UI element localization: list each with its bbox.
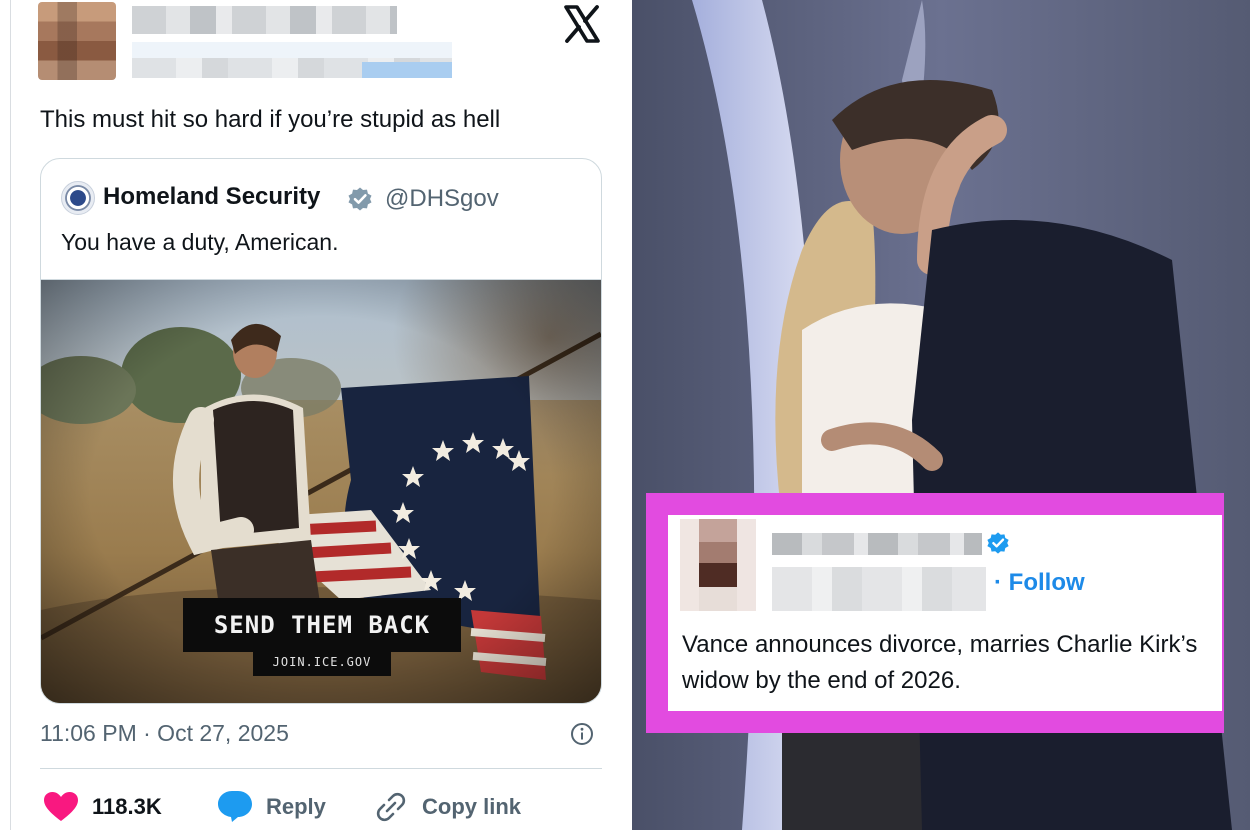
quoted-tweet[interactable]: Homeland Security @DHSgov You have a dut… [40, 158, 602, 704]
blurred-author-handle[interactable] [132, 42, 452, 78]
dhs-seal-avatar[interactable] [61, 181, 95, 215]
quoted-media-image[interactable]: SEND THEM BACK JOIN.ICE.GOV [41, 279, 601, 703]
blurred-overlay-handle[interactable] [772, 567, 986, 611]
highlight-frame: · Follow Vance announces divorce, marrie… [646, 493, 1224, 733]
like-button[interactable]: 118.3K [44, 790, 162, 824]
verified-badge-icon [987, 532, 1009, 554]
overlay-tweet-text: Vance announces divorce, marries Charlie… [682, 631, 1198, 694]
right-photo-panel: · Follow Vance announces divorce, marrie… [632, 0, 1250, 830]
reply-label: Reply [266, 794, 326, 819]
blurred-overlay-name[interactable] [772, 533, 982, 555]
info-icon[interactable] [570, 722, 594, 746]
copy-link-label: Copy link [422, 794, 522, 819]
blurred-author-name[interactable] [132, 6, 397, 34]
quoted-account-name[interactable]: Homeland Security [103, 183, 320, 211]
link-icon [376, 792, 406, 822]
tweet-timestamp[interactable]: 11:06 PM · Oct 27, 2025 [40, 720, 289, 747]
like-count: 118.3K [92, 794, 162, 819]
blurred-author-avatar[interactable] [38, 2, 116, 80]
heart-icon [44, 792, 78, 821]
overlay-tweet-card[interactable]: · Follow Vance announces divorce, marrie… [668, 515, 1222, 711]
left-tweet-screenshot: This must hit so hard if you’re stupid a… [0, 0, 622, 830]
quoted-text: You have a duty, American. [61, 229, 339, 255]
copy-link-button[interactable]: Copy link [374, 790, 521, 824]
media-subcaption: JOIN.ICE.GOV [272, 655, 372, 669]
tweet-text: This must hit so hard if you’re stupid a… [40, 106, 501, 133]
verified-badge-icon [348, 187, 372, 211]
media-caption: SEND THEM BACK [213, 611, 431, 639]
follow-button[interactable]: · Follow [994, 569, 1085, 597]
caption-box: SEND THEM BACK [183, 598, 461, 652]
reply-bubble-icon [218, 791, 252, 822]
reply-button[interactable]: Reply [218, 790, 326, 824]
quoted-handle[interactable]: @DHSgov [385, 185, 499, 213]
x-logo-icon[interactable] [560, 2, 604, 46]
subcaption-box: JOIN.ICE.GOV [253, 648, 391, 676]
left-border [10, 0, 11, 830]
action-divider [40, 768, 602, 769]
blurred-overlay-avatar[interactable] [680, 519, 756, 611]
